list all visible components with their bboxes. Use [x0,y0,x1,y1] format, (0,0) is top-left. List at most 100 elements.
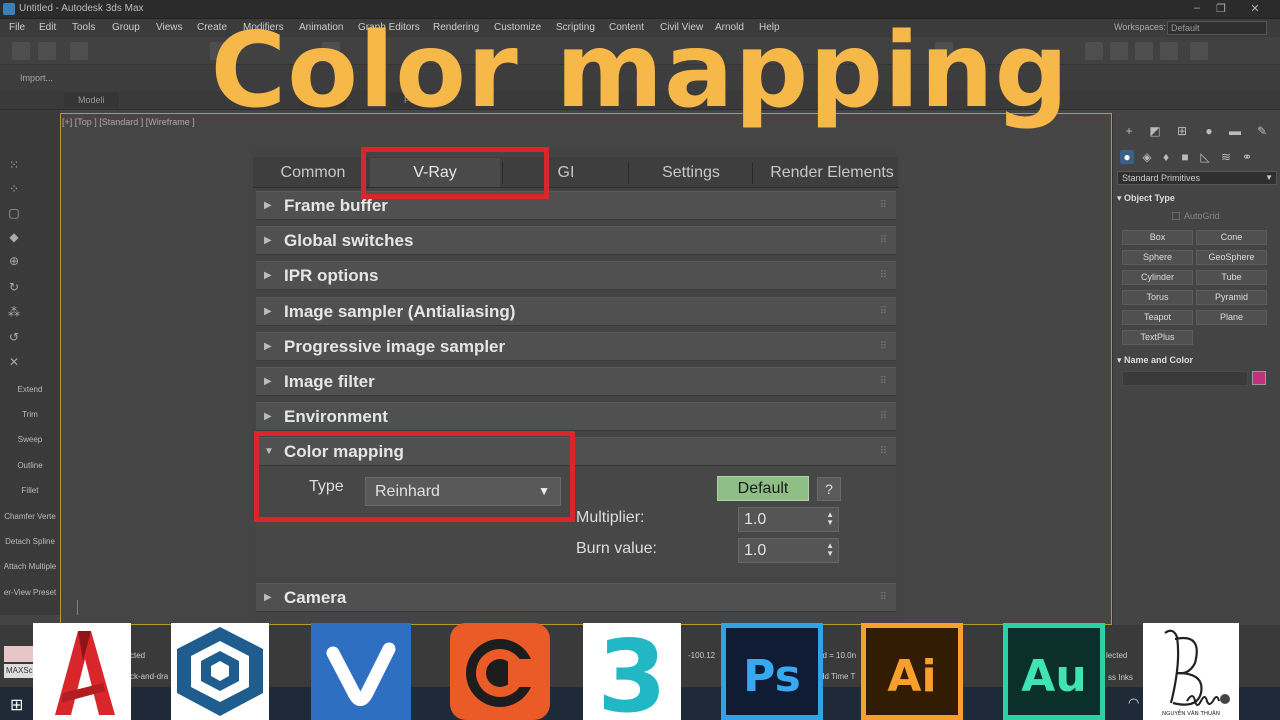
burn-value-spinner[interactable]: 1.0 ▲ ▼ [738,538,839,563]
wifi-icon: ◠ [1128,695,1140,710]
detach-spline-button[interactable]: Detach Spline [0,537,60,546]
rollout-title: Progressive image sampler [284,337,506,356]
rollout-frame-buffer[interactable]: ▶ Frame buffer ⠿ [256,191,896,220]
tube-button[interactable]: Tube [1196,270,1267,285]
photoshop-logo: Ps [721,623,823,720]
x-coordinate: -100.12 [688,651,716,660]
spinner-arrows-icon[interactable]: ▲ ▼ [826,511,834,527]
tab-separator [752,162,753,184]
vertex-icon[interactable]: ⁙ [6,158,22,172]
grip-icon: ⠿ [879,235,887,246]
rollout-title: Frame buffer [284,196,388,215]
grip-icon: ⠿ [879,592,887,603]
name-color-header[interactable]: ▾ Name and Color [1117,355,1272,366]
maxscript-mini[interactable]: MAXSc [4,664,34,678]
spinner-arrows-icon[interactable]: ▲ ▼ [826,542,834,558]
add-time-tag[interactable]: dd Time T [820,672,855,681]
plane-button[interactable]: Plane [1196,310,1267,325]
cross-icon[interactable]: ✕ [6,355,22,369]
rollout-title: Camera [284,588,347,607]
connect-icon[interactable]: ⁂ [6,305,22,319]
weld-icon[interactable]: ⊕ [6,254,22,268]
maxscript-listener[interactable] [4,646,34,662]
audition-logo: Au [1003,623,1105,720]
autogrid-label: AutoGrid [1184,211,1220,221]
extend-button[interactable]: Extend [0,385,60,394]
illustrator-glyph: Ai [887,651,936,702]
rollout-title: Environment [284,407,388,426]
name-color-title: Name and Color [1124,355,1194,365]
geosphere-button[interactable]: GeoSphere [1196,250,1267,265]
selection-status: cted [130,651,146,660]
attach-multiple-button[interactable]: Attach Multiple [0,562,60,571]
outline-button[interactable]: Outline [0,461,60,470]
tab-separator [628,162,629,184]
rollout-ipr-options[interactable]: ▶ IPR options ⠿ [256,261,896,290]
autocad-logo [33,623,131,720]
sweep-button[interactable]: Sweep [0,435,60,444]
expand-arrow-icon: ▶ [264,306,272,317]
illustrator-logo: Ai [861,623,963,720]
grip-icon: ⠿ [879,376,887,387]
rollout-image-filter[interactable]: ▶ Image filter ⠿ [256,367,896,396]
rollout-camera[interactable]: ▶ Camera ⠿ [256,583,896,612]
fillet-button[interactable]: Fillet [0,486,60,495]
square-icon[interactable]: ▢ [6,206,22,220]
expand-arrow-icon: ▶ [264,592,272,603]
expand-arrow-icon: ▶ [264,411,272,422]
multiplier-spinner[interactable]: 1.0 ▲ ▼ [738,507,839,532]
cylinder-button[interactable]: Cylinder [1122,270,1193,285]
windows-start-icon[interactable]: ⊞ [10,695,23,715]
rollout-title: Global switches [284,231,414,250]
torus-button[interactable]: Torus [1122,290,1193,305]
help-button[interactable]: ? [817,477,841,501]
audition-glyph: Au [1021,651,1086,702]
rollout-image-sampler[interactable]: ▶ Image sampler (Antialiasing) ⠿ [256,297,896,326]
object-color-swatch[interactable] [1252,371,1266,385]
cameras-icon[interactable]: ■ [1178,150,1192,164]
shapes-icon[interactable]: ◈ [1140,150,1154,164]
eraser-icon[interactable]: ◆ [6,230,22,244]
key-filters[interactable]: ss Inks [1108,673,1133,682]
autogrid-checkbox[interactable]: AutoGrid [1172,211,1220,221]
expand-arrow-icon: ▶ [264,235,272,246]
grip-icon: ⠿ [879,411,887,422]
rollout-progressive-sampler[interactable]: ▶ Progressive image sampler ⠿ [256,332,896,361]
selected-filter[interactable]: lected [1106,651,1127,660]
expand-arrow-icon: ▶ [264,341,272,352]
helpers-icon[interactable]: ◺ [1198,150,1212,164]
threeds-glyph: 3 [597,623,667,720]
multiplier-label: Multiplier: [576,509,645,526]
tab-settings[interactable]: Settings [645,158,737,187]
default-button[interactable]: Default [717,476,809,501]
geometry-icon[interactable]: ● [1120,150,1134,164]
grip-icon: ⠿ [879,446,887,457]
systems-icon[interactable]: ⚭ [1240,150,1254,164]
object-name-input[interactable] [1122,371,1248,386]
primitive-category-select[interactable]: Standard Primitives ▼ [1117,171,1277,185]
object-type-header[interactable]: ▾ Object Type [1117,193,1272,204]
sphere-button[interactable]: Sphere [1122,250,1193,265]
spacewarps-icon[interactable]: ≋ [1219,150,1233,164]
rollout-title: Image filter [284,372,375,391]
sketchup-logo [171,623,269,720]
teapot-button[interactable]: Teapot [1122,310,1193,325]
tab-common[interactable]: Common [262,158,364,187]
trim-button[interactable]: Trim [0,410,60,419]
cycle-icon[interactable]: ↺ [6,330,22,344]
rollout-global-switches[interactable]: ▶ Global switches ⠿ [256,226,896,255]
video-title: Color mapping [210,11,1070,131]
prompt-hint: ck-and-dra [130,672,169,681]
tab-render-elements[interactable]: Render Elements [762,158,902,187]
textplus-button[interactable]: TextPlus [1122,330,1193,345]
refine-icon[interactable]: ⁘ [6,182,22,196]
box-button[interactable]: Box [1122,230,1193,245]
rollout-environment[interactable]: ▶ Environment ⠿ [256,402,896,431]
lights-icon[interactable]: ♦ [1159,150,1173,164]
pyramid-button[interactable]: Pyramid [1196,290,1267,305]
chamfer-vertex-button[interactable]: Chamfer Verte [0,512,60,521]
expand-arrow-icon: ▶ [264,376,272,387]
cone-button[interactable]: Cone [1196,230,1267,245]
fuse-icon[interactable]: ↻ [6,280,22,294]
view-preset-button[interactable]: er-View Preset [0,588,60,597]
